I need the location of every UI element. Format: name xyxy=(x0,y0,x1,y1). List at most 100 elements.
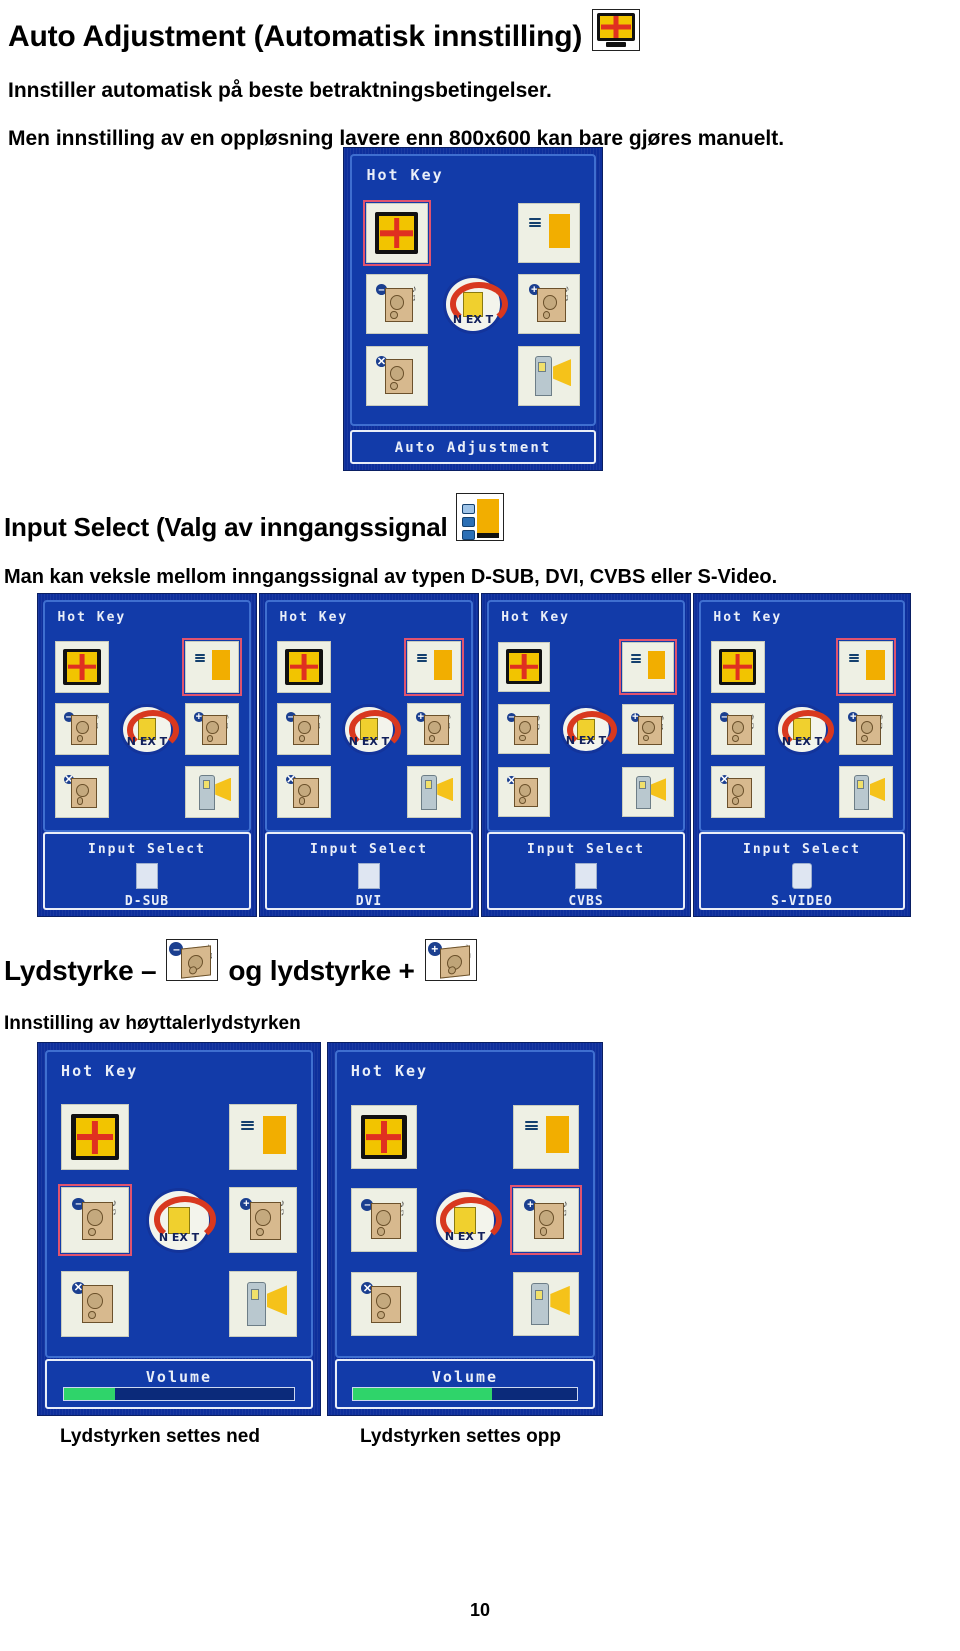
osd-cell-empty xyxy=(560,767,612,817)
osd-cell-mute[interactable]: ✕ xyxy=(61,1270,130,1337)
osd-cell-input-select[interactable] xyxy=(228,1104,297,1171)
osd-cell-input-select[interactable] xyxy=(404,637,465,696)
osd-cell-next[interactable]: N EX T xyxy=(430,1186,502,1254)
osd-cell-volume-down[interactable]: –♪♫ xyxy=(58,1184,133,1257)
manual-page: Auto Adjustment (Automatisk innstilling)… xyxy=(0,0,960,1651)
osd-cell-auto-adjust[interactable] xyxy=(710,640,765,693)
input-select-icon xyxy=(455,493,504,541)
osd-cell-auto-adjust[interactable] xyxy=(61,1104,130,1171)
osd-cell-empty xyxy=(120,641,174,693)
osd-cell-auto-adjust[interactable] xyxy=(498,641,551,692)
volume-level-bar[interactable] xyxy=(352,1387,578,1402)
osd-cell-empty xyxy=(442,203,504,263)
volume-paragraph: Innstilling av høyttalerlydstyrken xyxy=(4,1013,301,1034)
volume-down-osd: Hot Key –♪♫ N EX T +♪♫ ✕ Volume xyxy=(38,1043,320,1415)
osd-cell-empty xyxy=(145,1104,213,1170)
osd-cell-volume-up[interactable]: +♪♫ xyxy=(228,1187,297,1254)
osd-cell-input-select[interactable] xyxy=(518,203,581,264)
osd-hotkey-title: Hot Key xyxy=(350,1062,429,1081)
osd-cell-brightness[interactable] xyxy=(228,1270,297,1337)
osd-status-bar: Input Select D-SUB xyxy=(43,832,251,910)
osd-cell-next[interactable]: N EX T xyxy=(118,701,179,757)
dsub-connector-icon xyxy=(136,863,158,889)
osd-cell-mute[interactable]: ✕ xyxy=(350,1271,417,1336)
osd-cell-auto-adjust[interactable] xyxy=(276,640,331,693)
osd-cell-next[interactable]: N EX T xyxy=(558,702,618,756)
osd-cell-volume-down[interactable]: –♪♫ xyxy=(365,274,428,335)
osd-cell-empty xyxy=(442,346,504,406)
auto-adjustment-heading-row: Auto Adjustment (Automatisk innstilling) xyxy=(8,9,641,52)
osd-cell-input-select[interactable] xyxy=(182,637,243,696)
auto-adjustment-osd: Hot Key –♪♫ N EX T +♪♫ xyxy=(344,148,602,470)
osd-cell-auto-adjust[interactable] xyxy=(350,1105,417,1170)
auto-adjustment-paragraph-1: Innstiller automatisk på beste betraktni… xyxy=(8,79,552,102)
osd-cell-mute[interactable]: ✕ xyxy=(710,766,765,819)
osd-cell-brightness[interactable] xyxy=(621,767,674,818)
volume-up-caption: Lydstyrken settes opp xyxy=(360,1426,561,1447)
osd-cell-volume-up[interactable]: +♪♫ xyxy=(407,703,462,756)
osd-cell-empty xyxy=(775,766,829,818)
volume-heading-row: Lydstyrke – –♪♫ og lydstyrke + +♪♫ xyxy=(4,939,477,986)
osd-cell-brightness[interactable] xyxy=(407,766,462,819)
osd-status-value: D-SUB xyxy=(124,894,170,909)
osd-status-label: Auto Adjustment xyxy=(394,440,552,456)
osd-cell-auto-adjust[interactable] xyxy=(362,200,431,267)
volume-up-osd: Hot Key –♪♫ N EX T +♪♫ ✕ Volume xyxy=(328,1043,602,1415)
osd-cell-next[interactable]: N EX T xyxy=(440,272,508,336)
osd-cell-empty xyxy=(342,766,396,818)
volume-down-speaker-icon: –♪♫ xyxy=(166,939,219,981)
osd-cell-mute[interactable]: ✕ xyxy=(365,345,428,406)
svideo-connector-icon xyxy=(792,863,812,889)
osd-hotkey-title: Hot Key xyxy=(366,166,444,185)
osd-cell-mute[interactable]: ✕ xyxy=(276,766,331,819)
osd-cell-next[interactable]: N EX T xyxy=(340,701,401,757)
osd-hotkey-title: Hot Key xyxy=(279,610,349,626)
osd-status-label: Input Select xyxy=(527,842,645,857)
osd-cell-brightness[interactable] xyxy=(513,1271,580,1336)
osd-hotkey-title: Hot Key xyxy=(501,610,570,626)
cvbs-connector-icon xyxy=(575,863,597,889)
osd-cell-brightness[interactable] xyxy=(185,766,240,819)
osd-cell-volume-down[interactable]: –♪♫ xyxy=(498,704,551,755)
input-select-dvi-osd: Hot Key –♪♫ N EX T +♪♫ ✕ Input Select DV… xyxy=(260,594,478,916)
input-select-cvbs-osd: Hot Key –♪♫ N EX T +♪♫ ✕ Input Select CV… xyxy=(482,594,690,916)
volume-heading-middle: og lydstyrke + xyxy=(228,955,415,986)
osd-cell-volume-down[interactable]: –♪♫ xyxy=(710,703,765,756)
osd-cell-input-select[interactable] xyxy=(618,638,677,695)
osd-cell-volume-down[interactable]: –♪♫ xyxy=(54,703,109,756)
osd-hotkey-title: Hot Key xyxy=(57,610,127,626)
osd-status-bar: Input Select S-VIDEO xyxy=(699,832,905,910)
osd-cell-volume-up[interactable]: +♪♫ xyxy=(510,1185,583,1256)
osd-cell-volume-down[interactable]: –♪♫ xyxy=(276,703,331,756)
osd-cell-volume-down[interactable]: –♪♫ xyxy=(350,1188,417,1253)
osd-status-value: DVI xyxy=(355,894,383,909)
osd-cell-empty xyxy=(342,641,396,693)
osd-cell-empty xyxy=(432,1272,498,1336)
osd-cell-brightness[interactable] xyxy=(839,766,894,819)
osd-cell-mute[interactable]: ✕ xyxy=(54,766,109,819)
osd-cell-input-select[interactable] xyxy=(513,1105,580,1170)
osd-cell-next[interactable]: N EX T xyxy=(143,1185,217,1255)
osd-status-bar: Auto Adjustment xyxy=(350,430,596,464)
osd-cell-auto-adjust[interactable] xyxy=(54,640,109,693)
dvi-connector-icon xyxy=(358,863,380,889)
osd-hotkey-title: Hot Key xyxy=(713,610,783,626)
osd-cell-volume-up[interactable]: +♪♫ xyxy=(185,703,240,756)
osd-cell-volume-up[interactable]: +♪♫ xyxy=(518,274,581,335)
osd-cell-input-select[interactable] xyxy=(836,637,897,696)
volume-down-caption: Lydstyrken settes ned xyxy=(60,1426,260,1447)
volume-level-bar[interactable] xyxy=(62,1387,296,1402)
osd-cell-empty xyxy=(120,766,174,818)
input-select-heading: Input Select (Valg av inngangssignal xyxy=(4,512,448,542)
osd-status-bar: Volume xyxy=(334,1359,596,1409)
osd-cell-mute[interactable]: ✕ xyxy=(498,767,551,818)
osd-cell-volume-up[interactable]: +♪♫ xyxy=(621,704,674,755)
osd-status-bar: Volume xyxy=(45,1359,313,1409)
osd-status-label: Input Select xyxy=(310,842,428,857)
osd-cell-next[interactable]: N EX T xyxy=(773,701,834,757)
osd-cell-brightness[interactable] xyxy=(518,345,581,406)
osd-cell-empty xyxy=(560,642,612,692)
osd-cell-volume-up[interactable]: +♪♫ xyxy=(839,703,894,756)
osd-status-label: Input Select xyxy=(88,842,206,857)
osd-status-value: CVBS xyxy=(568,894,604,909)
